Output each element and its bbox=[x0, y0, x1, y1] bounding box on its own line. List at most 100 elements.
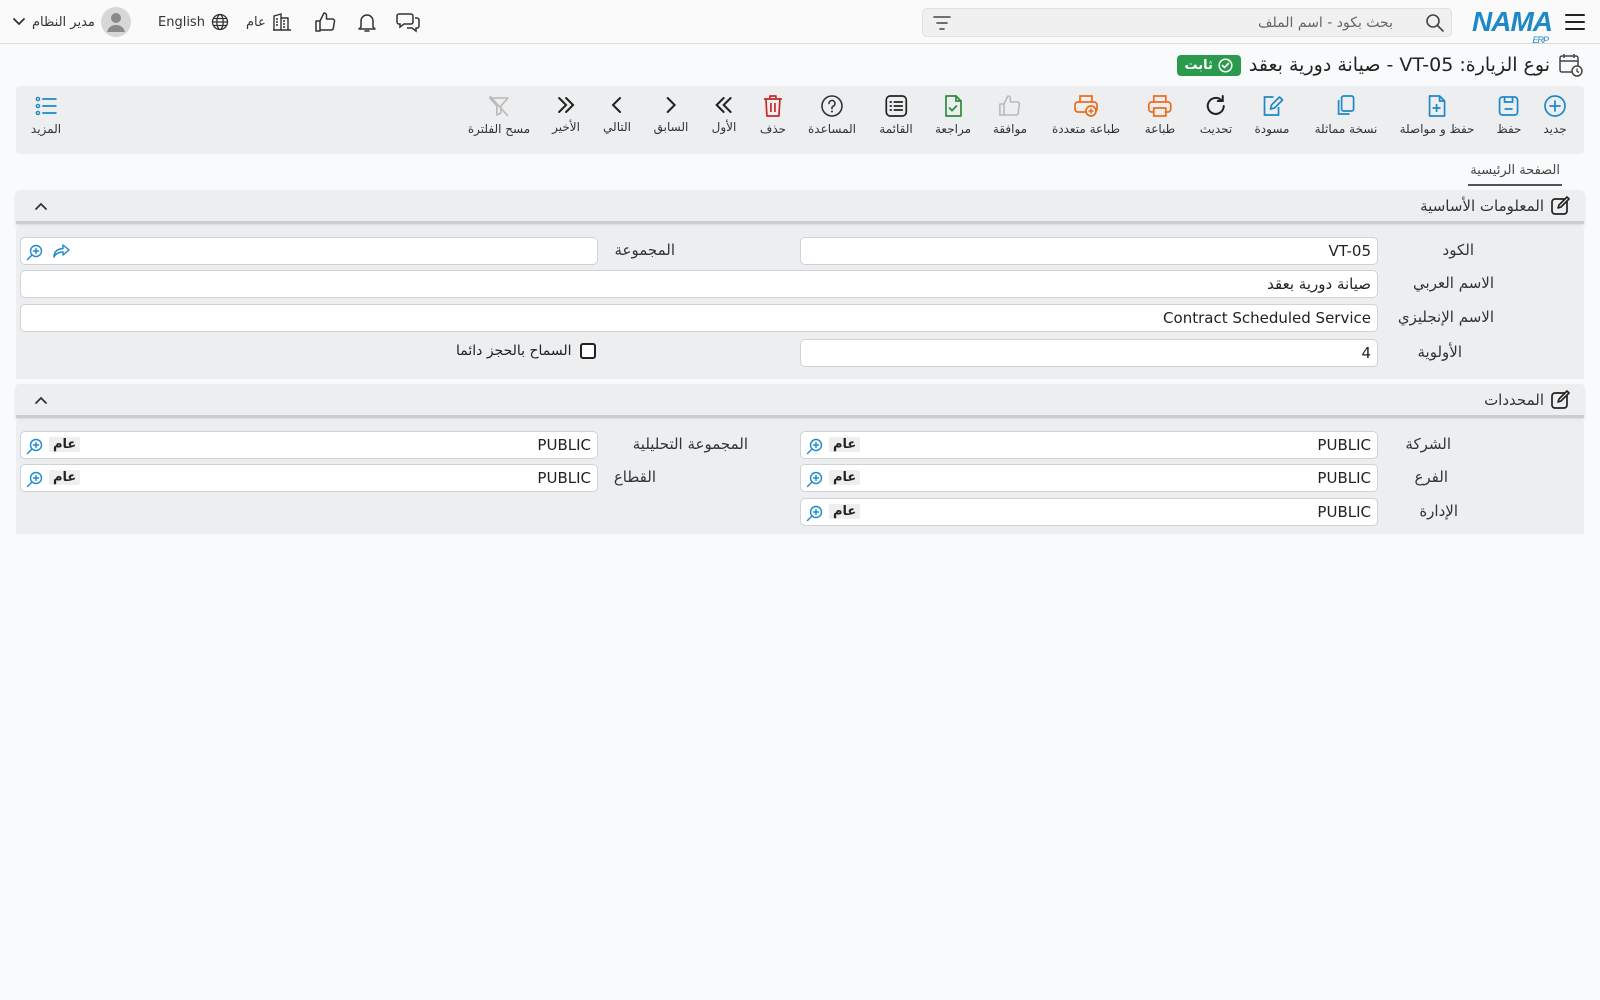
sector-value: PUBLIC bbox=[537, 469, 591, 487]
search-add-icon[interactable] bbox=[26, 437, 44, 455]
duplicate-button[interactable]: نسخة مماثلة bbox=[1314, 94, 1378, 136]
more-label: المزيد bbox=[30, 122, 62, 136]
language-switch[interactable]: English bbox=[158, 0, 229, 44]
user-name: مدير النظام bbox=[32, 14, 95, 30]
duplicate-label: نسخة مماثلة bbox=[1314, 122, 1378, 136]
save-continue-button[interactable]: حفظ و مواصلة bbox=[1399, 94, 1475, 136]
like-button[interactable] bbox=[314, 0, 336, 44]
search-add-icon[interactable] bbox=[806, 437, 824, 455]
allow-booking-checkbox[interactable] bbox=[579, 343, 596, 359]
refresh-label: تحديث bbox=[1199, 122, 1233, 136]
trash-icon bbox=[764, 95, 782, 117]
help-icon bbox=[821, 95, 843, 117]
search-icon[interactable] bbox=[1425, 13, 1445, 33]
group-field[interactable] bbox=[20, 237, 598, 265]
multi-printer-icon bbox=[1074, 95, 1098, 117]
copy-icon bbox=[1338, 95, 1355, 115]
search-add-icon[interactable] bbox=[26, 243, 44, 261]
draft-button[interactable]: مسودة bbox=[1255, 94, 1289, 136]
basic-info-title: المعلومات الأساسية bbox=[1420, 196, 1570, 216]
analytic-group-value: PUBLIC bbox=[537, 436, 591, 454]
search-add-icon[interactable] bbox=[26, 470, 44, 488]
save-continue-label: حفظ و مواصلة bbox=[1399, 122, 1475, 136]
sector-field[interactable]: PUBLIC عام bbox=[20, 464, 598, 492]
menu-button[interactable] bbox=[1564, 0, 1586, 44]
multi-print-label: طباعة متعددة bbox=[1051, 122, 1121, 136]
group-label: المجموعة bbox=[614, 241, 675, 259]
plus-circle-icon bbox=[1544, 95, 1566, 117]
chat-button[interactable] bbox=[396, 0, 420, 44]
dimensions-title: المحددات bbox=[1484, 390, 1570, 410]
branch-value: PUBLIC bbox=[1317, 469, 1371, 487]
company-tag: عام bbox=[829, 437, 861, 452]
english-name-field[interactable]: Contract Scheduled Service bbox=[20, 304, 1378, 332]
delete-button[interactable]: حذف bbox=[760, 94, 786, 136]
first-button[interactable]: الأول bbox=[712, 94, 736, 134]
app-logo[interactable]: NAMA ERP bbox=[1472, 0, 1553, 45]
save-button[interactable]: حفظ bbox=[1497, 94, 1521, 136]
multi-print-button[interactable]: طباعة متعددة bbox=[1052, 94, 1120, 136]
clear-filter-button[interactable]: مسح الفلترة bbox=[468, 94, 530, 136]
branch-selector[interactable]: عام bbox=[246, 0, 292, 44]
language-label: English bbox=[158, 14, 205, 30]
file-plus-icon bbox=[1429, 95, 1446, 117]
search-box bbox=[922, 8, 1452, 37]
filter-icon[interactable] bbox=[933, 15, 951, 31]
new-button[interactable]: جديد bbox=[1543, 94, 1567, 136]
refresh-icon bbox=[1207, 95, 1225, 115]
previous-label: السابق bbox=[653, 120, 689, 134]
approve-button[interactable]: موافقة bbox=[993, 94, 1027, 136]
double-chevron-right-icon bbox=[558, 97, 575, 113]
sector-label: القطاع bbox=[613, 468, 656, 486]
review-button[interactable]: مراجعة bbox=[935, 94, 971, 136]
last-button[interactable]: الأخير bbox=[552, 94, 580, 134]
previous-button[interactable]: السابق bbox=[653, 94, 689, 134]
code-label: الكود bbox=[1442, 241, 1474, 259]
edit-square-icon bbox=[1551, 196, 1570, 215]
thumbs-up-icon bbox=[315, 12, 336, 32]
basic-info-section-header[interactable]: المعلومات الأساسية bbox=[16, 190, 1584, 224]
arabic-name-field[interactable]: صيانة دورية بعقد bbox=[20, 270, 1378, 298]
dimensions-section-header[interactable]: المحددات bbox=[16, 384, 1584, 418]
notifications-button[interactable] bbox=[356, 0, 378, 44]
priority-field[interactable]: 4 bbox=[800, 339, 1378, 367]
chevron-up-icon[interactable] bbox=[34, 395, 48, 405]
next-button[interactable]: التالي bbox=[603, 94, 631, 134]
department-tag: عام bbox=[829, 504, 861, 519]
chat-icon bbox=[396, 13, 420, 33]
department-value: PUBLIC bbox=[1317, 503, 1371, 521]
chevron-up-icon[interactable] bbox=[34, 201, 48, 211]
share-icon[interactable] bbox=[53, 243, 71, 259]
search-input[interactable] bbox=[953, 9, 1393, 36]
code-field[interactable]: VT-05 bbox=[800, 237, 1378, 265]
help-button[interactable]: المساعدة bbox=[808, 94, 856, 136]
hamburger-icon bbox=[1565, 14, 1585, 30]
tab-main[interactable]: الصفحة الرئيسية bbox=[1468, 160, 1562, 186]
logo-text: NAMA ERP bbox=[1472, 6, 1553, 45]
list-button[interactable]: القائمة bbox=[879, 94, 913, 136]
next-label: التالي bbox=[603, 120, 631, 134]
arabic-name-value: صيانة دورية بعقد bbox=[1267, 275, 1371, 293]
branch-field[interactable]: PUBLIC عام bbox=[800, 464, 1378, 492]
print-button[interactable]: طباعة bbox=[1145, 94, 1175, 136]
company-field[interactable]: PUBLIC عام bbox=[800, 431, 1378, 459]
department-label: الإدارة bbox=[1419, 502, 1458, 520]
more-button[interactable]: المزيد bbox=[31, 94, 61, 136]
basic-info-body: الكود VT-05 المجموعة الاسم العربي صيانة … bbox=[16, 227, 1584, 379]
english-name-value: Contract Scheduled Service bbox=[1163, 309, 1371, 327]
page-title-row: نوع الزيارة: VT-05 - صيانة دورية بعقد ثا… bbox=[1176, 50, 1584, 80]
delete-label: حذف bbox=[759, 122, 787, 136]
help-label: المساعدة bbox=[807, 122, 857, 136]
chevron-right-icon bbox=[666, 97, 677, 113]
analytic-group-field[interactable]: PUBLIC عام bbox=[20, 431, 598, 459]
user-menu[interactable]: مدير النظام bbox=[12, 0, 131, 44]
search-add-icon[interactable] bbox=[806, 504, 824, 522]
department-field[interactable]: PUBLIC عام bbox=[800, 498, 1378, 526]
search-add-icon[interactable] bbox=[806, 470, 824, 488]
check-circle-icon bbox=[1218, 57, 1233, 73]
list-bullets-icon bbox=[35, 96, 57, 116]
allow-booking-label: السماح بالحجز دائما bbox=[456, 343, 572, 359]
allow-booking-checkbox-row[interactable]: السماح بالحجز دائما bbox=[456, 343, 596, 359]
double-chevron-left-icon bbox=[715, 97, 732, 113]
refresh-button[interactable]: تحديث bbox=[1199, 94, 1233, 136]
